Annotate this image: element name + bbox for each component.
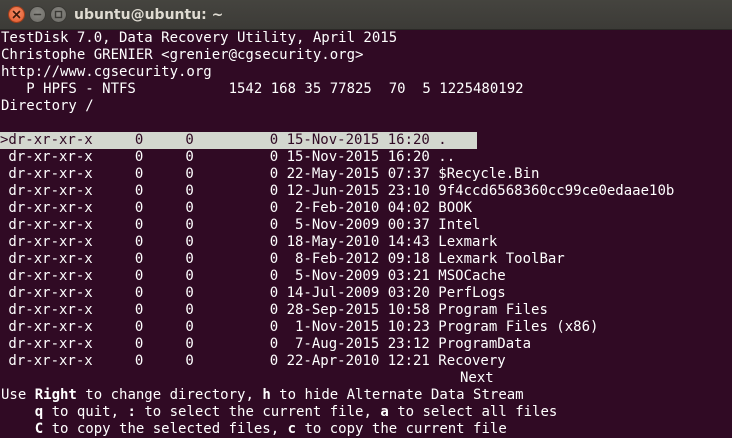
directory-row[interactable]: dr-xr-xr-x 0 0 0 7-Aug-2015 23:12 Progra… xyxy=(0,336,531,353)
directory-row[interactable]: dr-xr-xr-x 0 0 0 1-Nov-2015 10:23 Progra… xyxy=(0,319,598,336)
author-line: Christophe GRENIER <grenier@cgsecurity.o… xyxy=(1,47,364,63)
directory-row[interactable]: dr-xr-xr-x 0 0 0 5-Nov-2009 03:21 MSOCac… xyxy=(0,268,505,285)
directory-row[interactable]: dr-xr-xr-x 0 0 0 28-Sep-2015 10:58 Progr… xyxy=(0,302,547,319)
key-right: Right xyxy=(34,387,77,403)
close-icon xyxy=(12,10,21,19)
key-q: q xyxy=(34,404,44,420)
directory-row[interactable]: dr-xr-xr-x 0 0 0 8-Feb-2012 09:18 Lexmar… xyxy=(0,251,564,268)
maximize-icon xyxy=(54,10,63,19)
terminal-area[interactable]: TestDisk 7.0, Data Recovery Utility, Apr… xyxy=(0,30,732,438)
key-c: c xyxy=(287,421,297,437)
directory-row[interactable]: dr-xr-xr-x 0 0 0 22-Apr-2010 12:21 Recov… xyxy=(0,353,505,370)
next-page-indicator[interactable]: Next xyxy=(460,370,494,387)
title-bar[interactable]: ubuntu@ubuntu: ~ xyxy=(0,0,732,30)
help-line-3: C to copy the selected files, c to copy … xyxy=(34,421,507,437)
maximize-button[interactable] xyxy=(50,6,67,23)
directory-row[interactable]: dr-xr-xr-x 0 0 0 12-Jun-2015 23:10 9f4cc… xyxy=(0,183,674,200)
close-button[interactable] xyxy=(8,6,25,23)
terminal-window: ubuntu@ubuntu: ~ TestDisk 7.0, Data Reco… xyxy=(0,0,732,438)
directory-row[interactable]: dr-xr-xr-x 0 0 0 14-Jul-2009 03:20 PerfL… xyxy=(0,285,505,302)
key-shift-c: C xyxy=(34,421,44,437)
minimize-icon xyxy=(33,13,42,16)
directory-row[interactable]: dr-xr-xr-x 0 0 0 2-Feb-2010 04:02 BOOK xyxy=(0,200,472,217)
key-a: a xyxy=(380,404,389,420)
minimize-button[interactable] xyxy=(29,6,46,23)
directory-row-selected[interactable]: >dr-xr-xr-x 0 0 0 15-Nov-2015 16:20 . xyxy=(0,132,477,149)
key-h: h xyxy=(262,387,271,403)
app-title-line: TestDisk 7.0, Data Recovery Utility, Apr… xyxy=(1,30,398,46)
directory-row[interactable]: dr-xr-xr-x 0 0 0 5-Nov-2009 00:37 Intel xyxy=(0,217,480,234)
key-colon: : xyxy=(127,404,136,420)
current-directory: Directory / xyxy=(1,98,94,114)
partition-info: P HPFS - NTFS 1542 168 35 77825 70 5 122… xyxy=(1,81,524,97)
help-line-1: Use Right to change directory, h to hide… xyxy=(1,387,524,403)
help-line-2: q to quit, : to select the current file,… xyxy=(34,404,558,420)
website-line: http://www.cgsecurity.org xyxy=(1,64,212,80)
directory-row[interactable]: dr-xr-xr-x 0 0 0 18-May-2010 14:43 Lexma… xyxy=(0,234,497,251)
window-title: ubuntu@ubuntu: ~ xyxy=(74,7,224,23)
directory-row[interactable]: dr-xr-xr-x 0 0 0 15-Nov-2015 16:20 .. xyxy=(0,149,455,166)
directory-row[interactable]: dr-xr-xr-x 0 0 0 22-May-2015 07:37 $Recy… xyxy=(0,166,539,183)
